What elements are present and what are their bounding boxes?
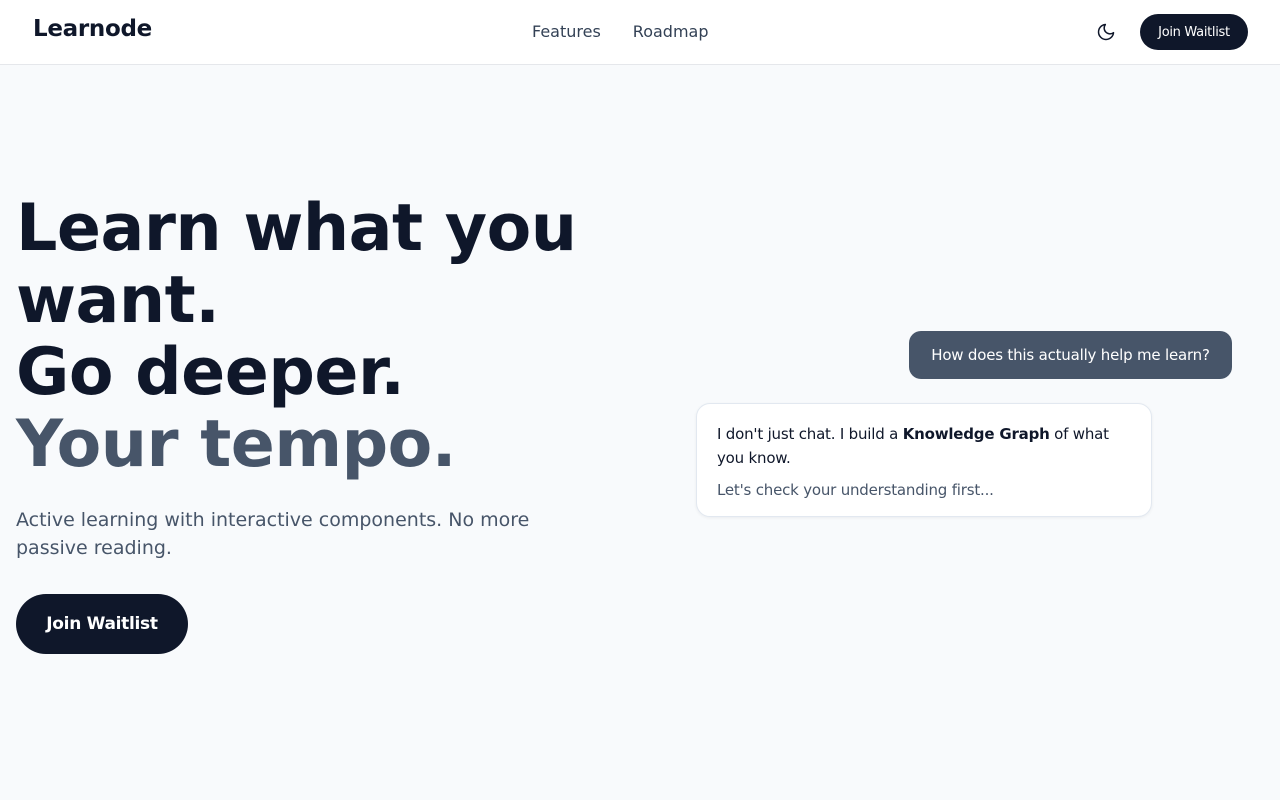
ai-followup-message: Let's check your understanding first...: [717, 481, 994, 499]
moon-icon: [1097, 23, 1115, 41]
brand-logo[interactable]: Learnode: [33, 16, 152, 42]
nav-link-features[interactable]: Features: [532, 22, 601, 41]
theme-toggle-button[interactable]: [1092, 18, 1120, 46]
join-waitlist-hero-button[interactable]: Join Waitlist: [16, 594, 188, 654]
hero-title-line: want.: [16, 263, 220, 338]
hero-subtitle: Active learning with interactive compone…: [16, 509, 530, 559]
user-chat-bubble: How does this actually help me learn?: [909, 331, 1232, 379]
ai-message-highlight: Knowledge Graph: [902, 425, 1050, 443]
hero-title: Learn what you want. Go deeper. Your tem…: [16, 193, 656, 481]
nav-link-roadmap[interactable]: Roadmap: [633, 22, 709, 41]
ai-message-text: I don't just chat. I build a: [717, 425, 903, 443]
hero-title-line: Go deeper.: [16, 335, 405, 410]
hero-title-accent: Your tempo.: [16, 407, 456, 482]
nav-links: Features Roadmap: [532, 22, 709, 41]
ai-message: I don't just chat. I build a Knowledge G…: [717, 422, 1131, 470]
navbar: Learnode Features Roadmap Join Waitlist: [0, 0, 1280, 65]
hero-title-line: Learn what you: [16, 191, 577, 266]
join-waitlist-nav-button[interactable]: Join Waitlist: [1140, 14, 1248, 50]
ai-chat-bubble: I don't just chat. I build a Knowledge G…: [696, 403, 1152, 517]
